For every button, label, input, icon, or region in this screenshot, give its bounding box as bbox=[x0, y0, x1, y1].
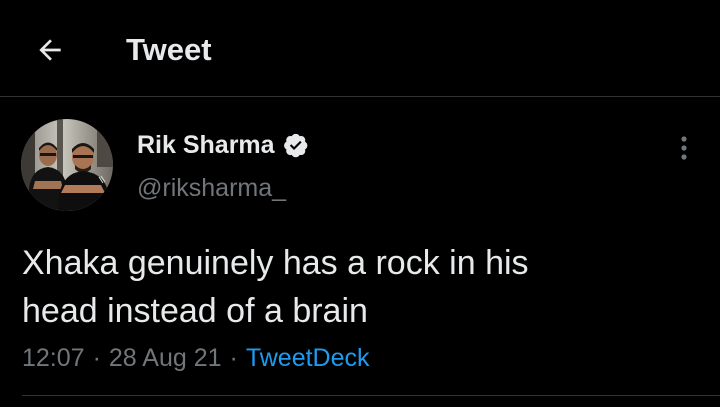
meta-separator: · bbox=[92, 344, 101, 372]
back-button[interactable] bbox=[28, 30, 72, 70]
meta-separator: · bbox=[229, 344, 238, 372]
avatar[interactable] bbox=[21, 119, 113, 211]
author-handle[interactable]: @riksharma_ bbox=[137, 172, 286, 204]
top-bar: Tweet bbox=[0, 0, 720, 97]
verified-badge-icon bbox=[283, 133, 307, 158]
tweet-text: Xhaka genuinely has a rock in his head i… bbox=[22, 244, 529, 330]
tweet-time[interactable]: 12:07 bbox=[22, 342, 85, 374]
arrow-left-icon bbox=[39, 39, 61, 61]
page-title: Tweet bbox=[126, 32, 212, 67]
more-vertical-icon bbox=[681, 136, 687, 160]
more-options-button[interactable] bbox=[668, 132, 700, 164]
tweet-source-link[interactable]: TweetDeck bbox=[246, 342, 370, 374]
author-name-row: Rik Sharma bbox=[137, 129, 309, 161]
tweet-date[interactable]: 28 Aug 21 bbox=[109, 342, 222, 374]
tweet-meta: 12:07 · 28 Aug 21 · TweetDeck bbox=[22, 342, 370, 374]
divider bbox=[22, 395, 720, 396]
avatar-photo bbox=[21, 119, 113, 211]
tweet-card: Rik Sharma @riksharma_ Xhaka genuinely h… bbox=[0, 98, 720, 398]
author-display-name[interactable]: Rik Sharma bbox=[137, 129, 275, 161]
